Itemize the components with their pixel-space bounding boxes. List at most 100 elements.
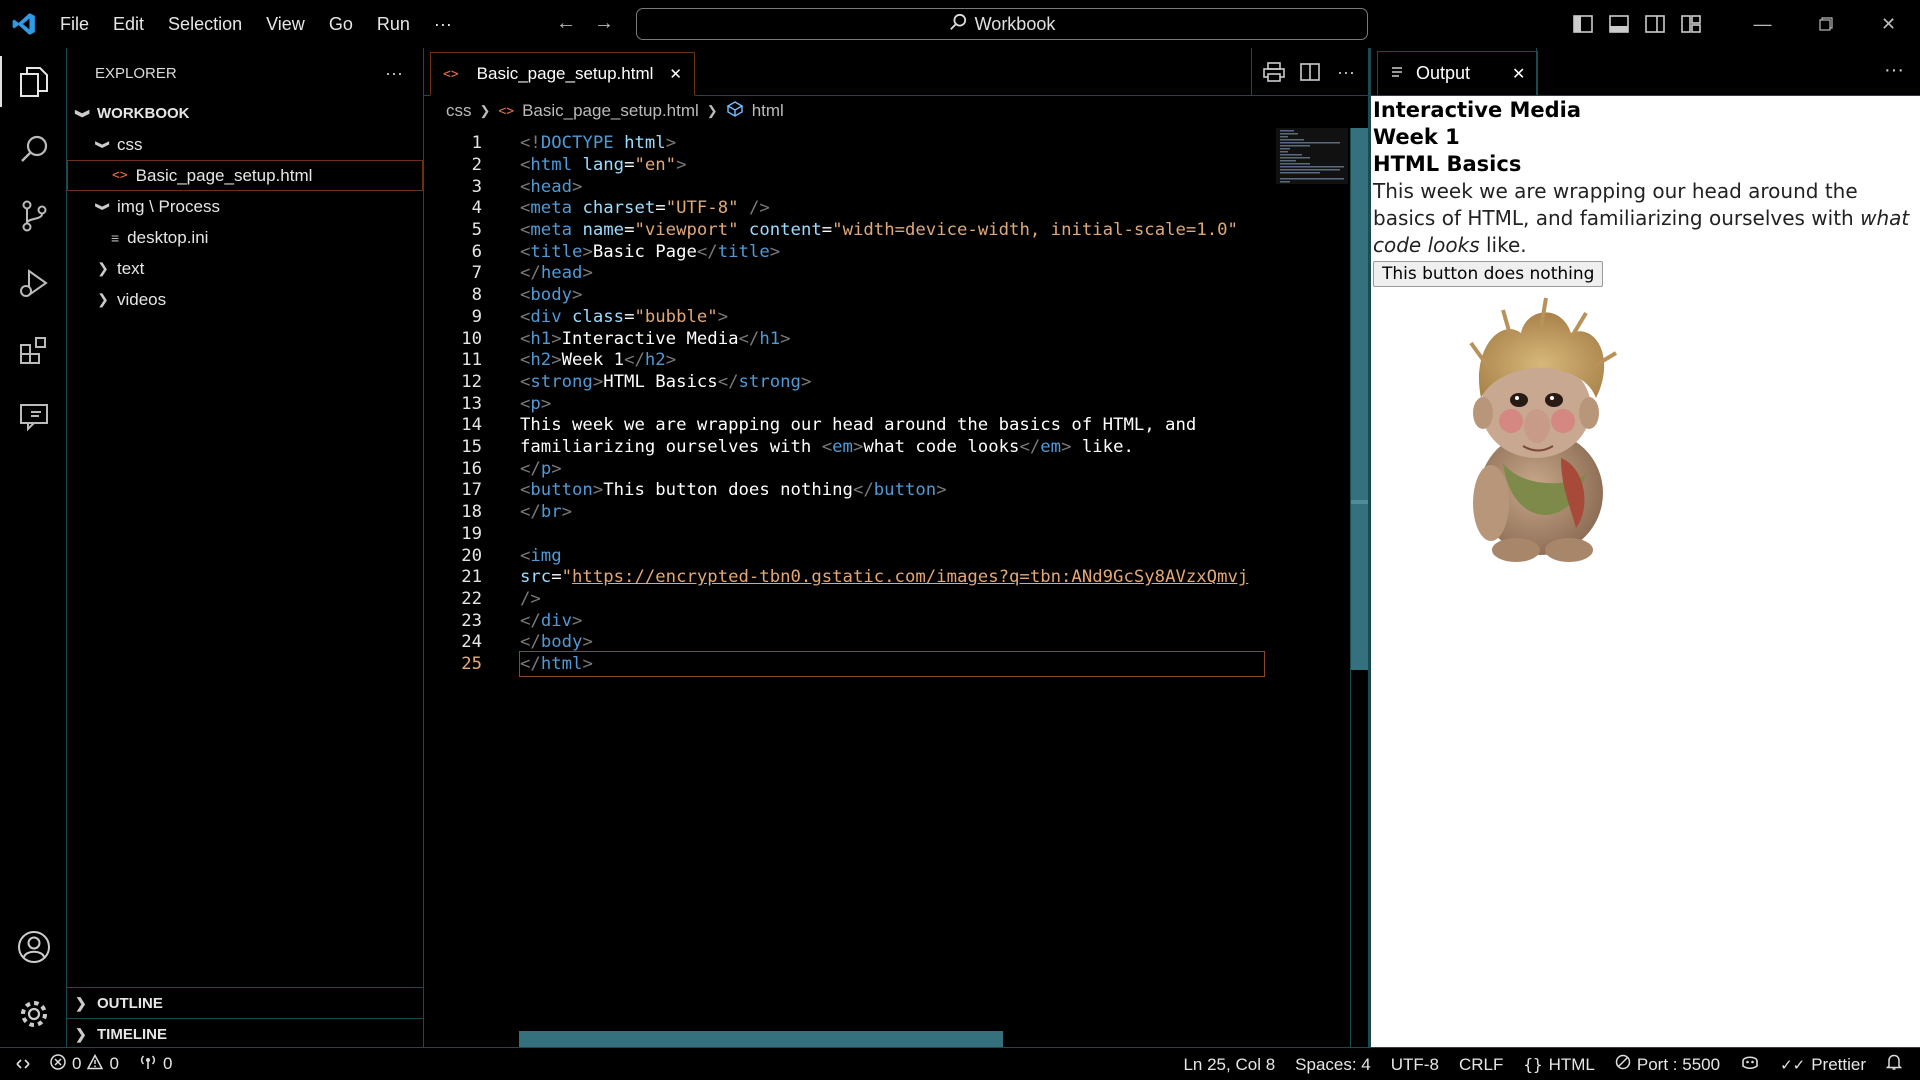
- editor-actions: ···: [1251, 48, 1368, 96]
- line-number: 13: [461, 393, 482, 414]
- close-output-icon[interactable]: ✕: [1512, 64, 1525, 84]
- toggle-secondary-sidebar-icon[interactable]: [1637, 0, 1673, 48]
- code-line: 25 </html>: [424, 650, 1368, 678]
- output-more-actions-icon[interactable]: ···: [1884, 48, 1904, 96]
- tree-root-workbook[interactable]: ❱ WORKBOOK: [67, 98, 423, 129]
- line-content: </html>: [520, 654, 593, 675]
- line-content: </p>: [520, 458, 562, 479]
- window-controls: — ✕: [1565, 0, 1920, 48]
- encoding[interactable]: UTF-8: [1381, 1055, 1449, 1075]
- line-number: 3: [471, 176, 482, 197]
- line-number: 23: [461, 610, 482, 631]
- extensions-icon[interactable]: [0, 316, 67, 383]
- line-number: 4: [471, 198, 482, 219]
- restore-icon[interactable]: [1794, 0, 1857, 48]
- line-content: </body>: [520, 632, 593, 653]
- braces-icon: {}: [1523, 1055, 1543, 1074]
- toggle-panel-icon[interactable]: [1601, 0, 1637, 48]
- line-content: src="https://encrypted-tbn0.gstatic.com/…: [520, 567, 1249, 588]
- cursor-position[interactable]: Ln 25, Col 8: [1173, 1055, 1285, 1075]
- symbol-element-icon: [726, 100, 744, 123]
- command-center-label: Workbook: [974, 13, 1056, 34]
- menu-go[interactable]: Go: [317, 0, 365, 48]
- page-button[interactable]: This button does nothing: [1373, 261, 1604, 287]
- error-count: 0: [72, 1054, 82, 1073]
- chevron-right-icon: ❯: [75, 1025, 87, 1042]
- line-number: 14: [461, 415, 482, 436]
- timeline-section[interactable]: ❯ TIMELINE: [67, 1018, 423, 1049]
- end-of-line[interactable]: CRLF: [1449, 1055, 1513, 1075]
- language-mode[interactable]: {} HTML: [1513, 1055, 1605, 1075]
- line-content: <body>: [520, 285, 583, 306]
- warning-count: 0: [109, 1054, 119, 1073]
- tab-basic-page-setup[interactable]: <> Basic_page_setup.html ✕: [430, 52, 695, 96]
- problems-indicator[interactable]: 0 0: [46, 1053, 129, 1075]
- tree-folder[interactable]: ❱ img \ Process: [67, 191, 423, 222]
- minimize-icon[interactable]: —: [1731, 0, 1794, 48]
- menu-selection[interactable]: Selection: [156, 0, 254, 48]
- menu-run[interactable]: Run: [365, 0, 422, 48]
- page-strong-text: HTML Basics: [1373, 152, 1522, 176]
- command-center[interactable]: Workbook: [636, 8, 1368, 40]
- menu-file[interactable]: File: [48, 0, 101, 48]
- customize-layout-icon[interactable]: [1673, 0, 1709, 48]
- minimap[interactable]: [1276, 128, 1348, 184]
- back-arrow-icon[interactable]: ←: [556, 12, 576, 35]
- prettier-indicator[interactable]: ✓✓ Prettier: [1770, 1055, 1876, 1075]
- tree-folder[interactable]: ❯ text: [67, 253, 423, 284]
- current-line-highlight: [519, 650, 1265, 678]
- run-and-debug-icon[interactable]: [0, 249, 67, 316]
- line-content: </head>: [520, 263, 593, 284]
- copilot-indicator[interactable]: [1730, 1054, 1770, 1075]
- breadcrumb-file[interactable]: Basic_page_setup.html: [522, 101, 699, 121]
- notifications[interactable]: [1876, 1053, 1920, 1076]
- line-content: <img: [520, 545, 562, 566]
- indentation[interactable]: Spaces: 4: [1285, 1055, 1381, 1075]
- tree-file[interactable]: <> Basic_page_setup.html: [67, 160, 423, 191]
- code-editor[interactable]: 1 <!DOCTYPE html> 2 <html lang="en"> 3 <head>…: [424, 128, 1368, 1047]
- line-number: 10: [461, 328, 482, 349]
- more-actions-icon[interactable]: ···: [1330, 56, 1362, 88]
- scrollbar-thumb[interactable]: [1351, 128, 1369, 670]
- close-window-icon[interactable]: ✕: [1857, 0, 1920, 48]
- settings-gear-icon[interactable]: [0, 980, 67, 1047]
- ports-indicator[interactable]: 0: [129, 1054, 182, 1075]
- remote-indicator-icon[interactable]: [0, 1056, 46, 1072]
- explorer-icon[interactable]: [0, 48, 67, 115]
- html-file-icon: <>: [443, 66, 459, 82]
- split-editor-icon[interactable]: [1294, 56, 1326, 88]
- output-preview-pane: Output ✕ ··· Interactive Media Week 1 HT…: [1368, 48, 1920, 1047]
- source-control-icon[interactable]: [0, 182, 67, 249]
- accounts-icon[interactable]: [0, 913, 67, 980]
- line-content: </div>: [520, 610, 583, 631]
- outline-section[interactable]: ❯ OUTLINE: [67, 987, 423, 1018]
- line-content: />: [520, 588, 541, 609]
- menu-view[interactable]: View: [254, 0, 317, 48]
- search-view-icon[interactable]: [0, 115, 67, 182]
- tree-folder[interactable]: ❱ css: [67, 129, 423, 160]
- close-tab-icon[interactable]: ✕: [669, 65, 682, 83]
- toggle-primary-sidebar-icon[interactable]: [1565, 0, 1601, 48]
- line-number: 9: [471, 306, 482, 327]
- line-content: <div class="bubble">: [520, 306, 729, 327]
- tree-folder[interactable]: ❯ videos: [67, 284, 423, 315]
- vertical-scrollbar[interactable]: [1350, 128, 1369, 1047]
- tab-output[interactable]: Output ✕: [1377, 51, 1539, 95]
- explorer-more-actions-icon[interactable]: ···: [385, 63, 403, 84]
- menu-edit[interactable]: Edit: [101, 0, 156, 48]
- menu-bar: File Edit Selection View Go Run ···: [48, 0, 464, 48]
- breadcrumb-folder[interactable]: css: [446, 101, 472, 121]
- live-server-port[interactable]: Port : 5500: [1605, 1054, 1730, 1075]
- breadcrumb: css ❯ <> Basic_page_setup.html ❯ html: [424, 96, 1368, 126]
- tree-file[interactable]: ≡ desktop.ini: [67, 222, 423, 253]
- print-icon[interactable]: [1258, 56, 1290, 88]
- menu-more[interactable]: ···: [422, 0, 464, 48]
- breadcrumb-symbol[interactable]: html: [752, 101, 784, 121]
- forward-arrow-icon[interactable]: →: [594, 12, 614, 35]
- page-heading-h1: Interactive Media: [1373, 98, 1582, 122]
- language-label: HTML: [1548, 1054, 1595, 1074]
- html-file-icon: <>: [498, 103, 515, 119]
- remote-explorer-icon[interactable]: [0, 383, 67, 450]
- horizontal-scrollbar[interactable]: [519, 1031, 1003, 1047]
- line-number: 2: [471, 154, 482, 175]
